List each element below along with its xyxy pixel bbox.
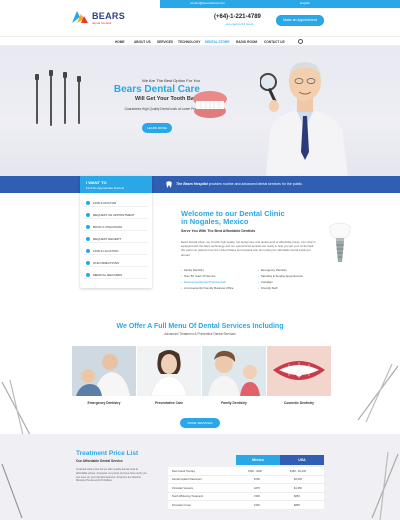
doctor-image: [260, 62, 348, 176]
service-card-preventative[interactable]: [137, 346, 201, 396]
dental-tool-icon: [49, 70, 53, 126]
table-row: Porcelain Crown 1500 $895: [168, 501, 324, 510]
bullet-icon: [86, 224, 90, 229]
logo-text[interactable]: BEARS: [92, 11, 125, 21]
bullet-icon: [86, 248, 90, 253]
table-row: Root Canal Therapy 1500 - 3200 $150 - $1…: [168, 467, 324, 476]
phone-number: (+64)-1-221-4789: [214, 14, 261, 20]
language-selector[interactable]: English: [300, 1, 310, 5]
list-item: A Conveniently Friendly Business Office: [181, 286, 234, 292]
nav-item-contact[interactable]: CONTACT US: [264, 40, 285, 44]
learn-more-button[interactable]: LEARN MORE: [142, 123, 172, 133]
welcome-title: Welcome to our Dental Clinic in Nogales,…: [181, 209, 285, 226]
sidebar-item-find-location[interactable]: FIND A LOCATION: [84, 246, 148, 255]
panel-subtitle: Find the Appropriate Doctors: [86, 186, 125, 190]
dental-scissors-icon: [371, 452, 399, 520]
services-list-left: Family Dentistry Over 50 Years Of Servic…: [181, 268, 234, 292]
make-appointment-button[interactable]: Make an Appointment: [276, 15, 324, 26]
phone-sub: emergency 24 hours: [226, 22, 254, 26]
site-header: [0, 8, 400, 34]
table-row: Dental Implant Placement $700 $2,000: [168, 475, 324, 484]
tooth-icon: [166, 181, 172, 188]
i-want-to-panel: I WANT TO Find the Appropriate Doctors F…: [80, 176, 152, 288]
service-label-cosmetic[interactable]: Cosmetic Dentistry: [267, 401, 331, 405]
hero-kicker: We Are The Best Option For You: [142, 78, 200, 83]
top-strip-bar: contact@bearsdental.com English: [160, 0, 400, 8]
logo-tagline: dental hospital: [92, 21, 112, 25]
band-text: The Bears Hospital provides routine and …: [176, 182, 303, 186]
table-row: Teeth Whitening Treatment 1500 $650: [168, 492, 324, 501]
services-section-subtitle: Advanced Treatment & Preventive Dental S…: [164, 332, 236, 336]
service-card-cosmetic[interactable]: [267, 346, 331, 396]
nav-item-dental-store[interactable]: DENTAL STORE: [205, 40, 229, 44]
services-section-title: We Offer A Full Menu Of Dental Services …: [116, 323, 284, 330]
sidebar-item-directions[interactable]: OUR DIRECTIONS: [84, 258, 148, 267]
welcome-subtitle: Serve You With The Best Affordable Denti…: [181, 229, 256, 233]
bullet-icon: [86, 272, 90, 277]
sidebar-item-find-doctor[interactable]: FIND A DOCTOR: [84, 198, 148, 207]
currency-tabs: Mexico USA: [236, 455, 324, 465]
hero-title: Bears Dental Care: [113, 84, 200, 95]
sidebar-item-request-receipt[interactable]: REQUEST RECEIPT: [84, 234, 148, 243]
nav-item-home[interactable]: HOME: [115, 40, 125, 44]
more-services-button[interactable]: MORE SERVICES: [180, 418, 220, 428]
dental-probe-icon: [1, 463, 23, 519]
service-card-emergency[interactable]: [72, 346, 136, 396]
logo-icon[interactable]: [72, 11, 88, 23]
top-strip: contact@bearsdental.com English: [0, 0, 400, 8]
sidebar-item-medical-records[interactable]: MEDICAL RECORDS: [84, 270, 148, 279]
top-email[interactable]: contact@bearsdental.com: [190, 1, 225, 5]
price-list-title: Treatment Price List: [76, 450, 139, 457]
teeth-model-image: [193, 91, 227, 118]
sidebar-item-request-appointment[interactable]: REQUEST AN APPOINTMENT: [84, 210, 148, 219]
emergency-photo: [72, 346, 136, 396]
bullet-icon: [86, 260, 90, 265]
panel-title: I WANT TO: [86, 180, 107, 185]
dental-tool-icon: [35, 74, 39, 124]
tab-usa[interactable]: USA: [280, 455, 324, 465]
dental-pliers-icon: [357, 364, 399, 423]
price-table: Root Canal Therapy 1500 - 3200 $150 - $1…: [168, 467, 324, 510]
search-icon[interactable]: [298, 39, 303, 44]
hero-subtitle: Will Get Your Tooth Back: [134, 96, 200, 102]
services-list-right: Emergency Dentistry Saturday & Sunday Ap…: [258, 268, 303, 292]
table-row: Porcelain Veneers 4275 $1,250: [168, 484, 324, 493]
hero-tagline: Guarantees High Quality Dental work at L…: [124, 107, 200, 111]
services-photo-row: [72, 346, 331, 396]
dental-tool-icon: [63, 72, 67, 124]
price-list-paragraph: At dental clinic price list we offer qua…: [76, 468, 147, 483]
tooth-implant-image: [329, 222, 351, 262]
bullet-icon: [86, 200, 90, 205]
service-label-emergency[interactable]: Emergency Dentistry: [72, 401, 136, 405]
nav-item-radio-room[interactable]: RADIO ROOM: [236, 40, 257, 44]
nav-item-technology[interactable]: TECHNOLOGY: [178, 40, 201, 44]
price-list-subtitle: Our Affordable Dental Service: [76, 459, 123, 463]
hero-banner: We Are The Best Option For You Bears Den…: [0, 46, 400, 176]
family-photo: [202, 346, 266, 396]
sidebar-item-book-room[interactable]: BOOK A VISA ROOM: [84, 222, 148, 231]
service-label-preventative[interactable]: Preventative Care: [137, 401, 201, 405]
bullet-icon: [86, 212, 90, 217]
i-want-to-header: I WANT TO Find the Appropriate Doctors: [80, 176, 152, 193]
nav-item-services[interactable]: SERVICES: [157, 40, 173, 44]
info-band: The Bears Hospital provides routine and …: [0, 176, 400, 193]
service-card-family[interactable]: [202, 346, 266, 396]
cosmetic-photo: [267, 346, 331, 396]
list-item: Friendly Staff: [258, 286, 303, 292]
main-nav: HOME ABOUT US SERVICES TECHNOLOGY DENTAL…: [0, 36, 400, 46]
preventative-photo: [137, 346, 201, 396]
bullet-icon: [86, 236, 90, 241]
nav-item-about[interactable]: ABOUT US: [134, 40, 151, 44]
service-label-family[interactable]: Family Dentistry: [202, 401, 266, 405]
tab-mexico[interactable]: Mexico: [236, 455, 280, 465]
welcome-paragraph: Bears Dental Clinic, we provide high qua…: [181, 240, 316, 257]
